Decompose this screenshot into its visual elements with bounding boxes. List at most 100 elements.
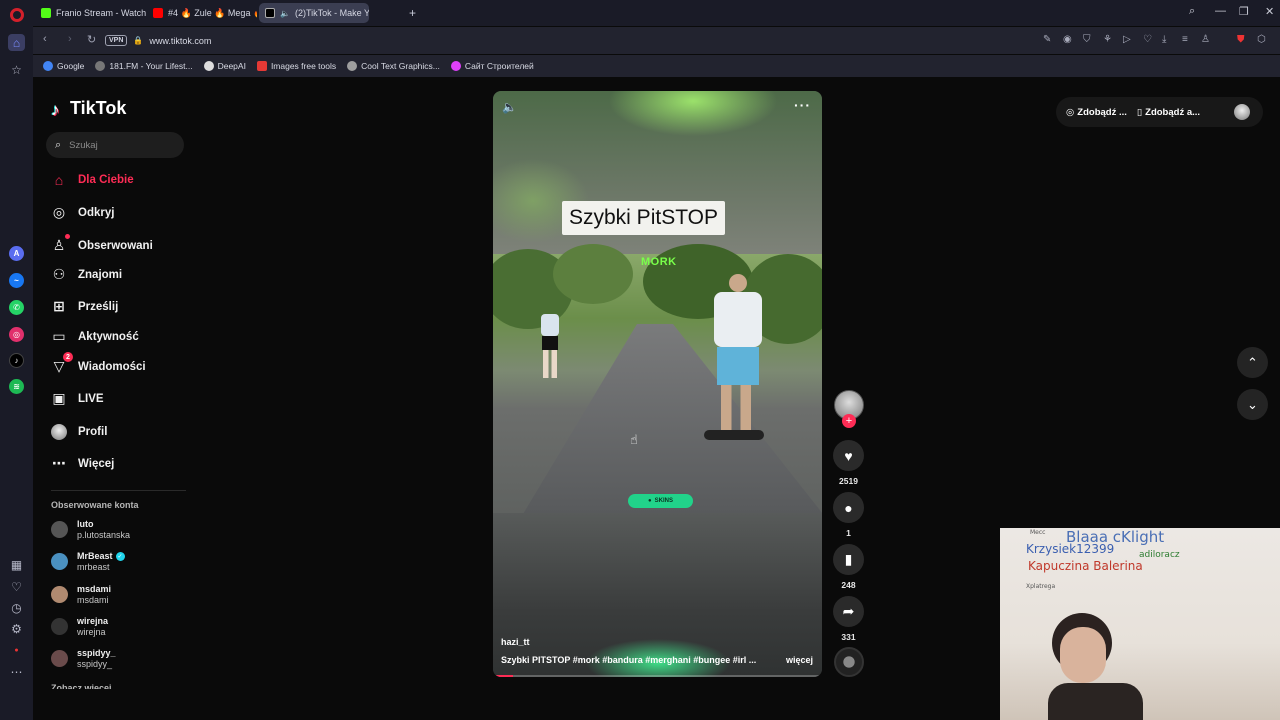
account-name: MrBeast xyxy=(77,551,113,561)
download-icon[interactable]: ⤓ xyxy=(1162,34,1166,45)
sound-icon[interactable]: 🔈 xyxy=(502,100,517,114)
vpn-badge[interactable]: VPN xyxy=(105,35,128,46)
phone-icon: ▯ xyxy=(1136,106,1143,118)
whatsapp-icon[interactable]: ✆ xyxy=(9,300,24,315)
next-video-button[interactable]: ⌄ xyxy=(1237,389,1268,420)
back-icon[interactable]: ‹ xyxy=(43,33,47,45)
follow-plus-icon[interactable]: + xyxy=(842,414,856,428)
edit-icon[interactable]: ✎ xyxy=(1043,34,1051,45)
account-name: sspidyy_ xyxy=(77,648,116,658)
followed-account[interactable]: wirejna wirejna xyxy=(51,616,108,637)
like-button[interactable]: ♥ xyxy=(833,440,864,471)
more-options-icon[interactable]: ··· xyxy=(794,97,811,113)
bookmark-images[interactable]: Images free tools xyxy=(256,61,337,71)
account-handle: sspidyy_ xyxy=(77,659,113,669)
nav-profile[interactable]: Profil xyxy=(51,423,108,441)
more-caption-link[interactable]: więcej xyxy=(786,655,813,665)
grid-icon[interactable]: ▦ xyxy=(8,556,25,573)
url-field[interactable]: VPN 🔒 www.tiktok.com xyxy=(105,31,1205,50)
like-count: 2519 xyxy=(839,476,858,486)
tab-tiktok[interactable]: 🔈 (2)TikTok - Make Your xyxy=(259,3,369,23)
bookmark-label: Images free tools xyxy=(270,61,337,71)
reload-icon[interactable]: ↻ xyxy=(87,33,96,46)
bookmarks-bar: Google 181.FM - Your Lifest... DeepAI Im… xyxy=(33,55,1280,77)
nav-label: Profil xyxy=(78,425,108,438)
tab-franio[interactable]: Franio Stream - Watch Live xyxy=(35,3,147,23)
shield-icon[interactable]: ⛉ xyxy=(1083,34,1091,45)
followed-account[interactable]: MrBeast ✓ mrbeast xyxy=(51,551,125,572)
search-input[interactable] xyxy=(69,139,170,151)
more-dots-icon[interactable]: ⋯ xyxy=(8,663,25,680)
save-button[interactable]: ▮ xyxy=(833,544,864,575)
search-box[interactable]: ⌕ xyxy=(46,132,184,158)
see-more-accounts[interactable]: Zobacz więcej xyxy=(51,683,112,689)
url-text[interactable]: www.tiktok.com xyxy=(149,36,211,46)
nav-more[interactable]: ⋯ Więcej xyxy=(51,455,114,472)
menu-icon[interactable]: ≡ xyxy=(1182,34,1188,45)
forward-icon[interactable]: › xyxy=(68,33,72,45)
ublock-icon[interactable]: ● xyxy=(8,642,25,659)
star-icon[interactable]: ☆ xyxy=(8,61,25,78)
nav-following[interactable]: ♙ Obserwowani xyxy=(51,234,153,254)
coin-icon: ◎ xyxy=(1066,106,1075,118)
music-disc-icon[interactable] xyxy=(834,647,864,677)
comment-button[interactable]: ● xyxy=(833,492,864,523)
aria-icon[interactable]: A xyxy=(9,246,24,261)
profile-icon xyxy=(51,423,67,441)
video-progress[interactable] xyxy=(493,675,822,677)
nav-upload[interactable]: ⊞ Prześlij xyxy=(51,298,118,315)
minimize-icon[interactable]: — xyxy=(1215,5,1226,17)
nav-messages[interactable]: ▽ 2 Wiadomości xyxy=(51,352,146,375)
previous-video-button[interactable]: ⌃ xyxy=(1237,347,1268,378)
user-avatar[interactable] xyxy=(1234,104,1250,120)
instagram-icon[interactable]: ◎ xyxy=(9,327,24,342)
opera-logo[interactable] xyxy=(10,8,24,22)
camera-icon[interactable]: ◉ xyxy=(1063,34,1072,45)
nav-live[interactable]: ▣ LIVE xyxy=(51,390,103,407)
button-label: Zdobądź a... xyxy=(1145,106,1201,118)
messenger-icon[interactable]: ~ xyxy=(9,273,24,288)
close-icon[interactable]: ✕ xyxy=(1265,5,1274,18)
ublock-toolbar-icon[interactable]: ⛊ xyxy=(1237,34,1245,45)
home-icon[interactable]: ⌂ xyxy=(8,34,25,51)
favorites-icon[interactable]: ♡ xyxy=(1143,34,1152,45)
whiteboard-line: Xplatrega xyxy=(1026,583,1056,590)
bookmark-google[interactable]: Google xyxy=(43,61,84,71)
share-button[interactable]: ➦ xyxy=(833,596,864,627)
nav-activity[interactable]: ▭ Aktywność xyxy=(51,328,138,345)
bookmark-deepai[interactable]: DeepAI xyxy=(203,61,246,71)
video-author[interactable]: hazi_tt xyxy=(501,637,530,647)
share-count: 331 xyxy=(841,632,856,642)
settings-icon[interactable]: ⚙ xyxy=(8,620,25,637)
following-icon: ♙ xyxy=(51,234,70,254)
player-icon[interactable]: ▷ xyxy=(1123,34,1131,45)
tab-label: #4 🔥 Zule 🔥 Mega 🔥 6m xyxy=(168,7,257,18)
get-app-button[interactable]: ▯ Zdobądź a... xyxy=(1137,107,1200,118)
nav-for-you[interactable]: ⌂ Dla Ciebie xyxy=(51,172,134,188)
new-tab-icon[interactable]: + xyxy=(409,6,416,20)
account-handle: p.lutostanska xyxy=(77,530,131,540)
restore-icon[interactable]: ❐ xyxy=(1239,5,1249,18)
puzzle-icon[interactable]: ⬡ xyxy=(1257,34,1266,45)
get-coins-button[interactable]: ◎ Zdobądź ... xyxy=(1066,107,1127,118)
search-tabs-icon[interactable]: ⌕ xyxy=(1189,5,1195,18)
bookmark-builders[interactable]: Сайт Строителей xyxy=(450,61,534,71)
spotify-icon[interactable]: ≋ xyxy=(9,379,24,394)
bookmark-181fm[interactable]: 181.FM - Your Lifest... xyxy=(95,61,193,71)
nav-explore[interactable]: ◎ Odkryj xyxy=(51,204,115,221)
tiktok-app-icon[interactable]: ♪ xyxy=(9,353,24,368)
heart-icon[interactable]: ♡ xyxy=(8,578,25,595)
followed-account[interactable]: sspidyy_ sspidyy_ xyxy=(51,648,116,669)
followed-account[interactable]: msdami msdami xyxy=(51,584,111,605)
followed-account[interactable]: luto p.lutostanska xyxy=(51,519,130,540)
address-bar: ‹ › ↻ VPN 🔒 www.tiktok.com ✎ ◉ ⛉ ⚘ ▷ ♡ ⤓… xyxy=(33,27,1280,54)
tab-youtube[interactable]: #4 🔥 Zule 🔥 Mega 🔥 6m xyxy=(147,3,257,23)
bookmark-cooltext[interactable]: Cool Text Graphics... xyxy=(347,61,440,71)
tiktok-logo[interactable]: ♪ ♪ ♪ TikTok xyxy=(50,98,126,120)
extension-icon[interactable]: ⚘ xyxy=(1103,34,1112,45)
history-icon[interactable]: ◷ xyxy=(8,599,25,616)
nav-friends[interactable]: ⚇ Znajomi xyxy=(51,266,122,283)
video-player[interactable]: Szybki PitSTOP MORK ● SKINS 🔈 ··· hazi_t… xyxy=(493,91,822,677)
scooter-rider xyxy=(704,274,764,484)
account-icon[interactable]: ♙ xyxy=(1201,34,1210,45)
